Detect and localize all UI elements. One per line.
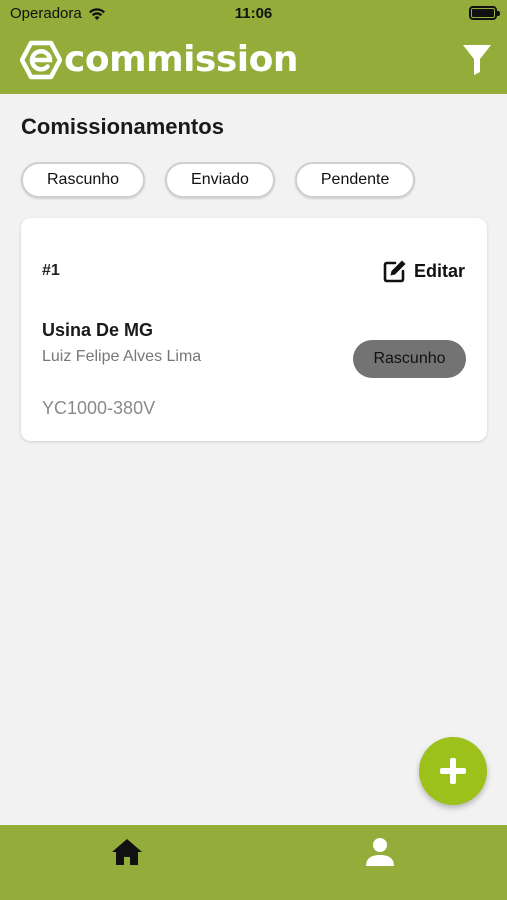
app-logo: commission <box>20 39 299 80</box>
filter-icon[interactable] <box>461 42 493 76</box>
edit-label: Editar <box>413 260 465 281</box>
commissioning-card[interactable]: #1 Editar Usina De MG Luiz Felipe Alves … <box>21 218 487 441</box>
filter-chip-pendente[interactable]: Pendente <box>294 162 416 198</box>
bottom-nav <box>0 825 507 900</box>
filter-chips: Rascunho Enviado Pendente <box>21 162 416 198</box>
user-icon[interactable] <box>364 837 396 867</box>
edit-icon <box>383 260 406 283</box>
edit-button[interactable]: Editar <box>382 258 465 284</box>
e-hexagon-logo-icon <box>20 40 62 80</box>
equipment-model: YC1000-380V <box>42 398 156 418</box>
card-id: #1 <box>42 262 60 279</box>
add-button[interactable] <box>419 737 487 805</box>
status-bar: Operadora 11:06 <box>0 0 507 28</box>
app-header: commission <box>0 28 507 94</box>
logo-text: commission <box>64 39 299 80</box>
battery-icon <box>469 6 500 20</box>
status-badge: Rascunho <box>353 340 466 378</box>
filter-chip-rascunho[interactable]: Rascunho <box>21 162 146 198</box>
clock: 11:06 <box>234 5 273 22</box>
filter-chip-enviado[interactable]: Enviado <box>165 162 275 198</box>
plant-name: Usina De MG <box>42 320 154 340</box>
home-icon[interactable] <box>110 837 144 867</box>
page-title: Comissionamentos <box>21 114 224 139</box>
person-name: Luiz Felipe Alves Lima <box>42 348 202 365</box>
plus-icon <box>440 758 466 784</box>
